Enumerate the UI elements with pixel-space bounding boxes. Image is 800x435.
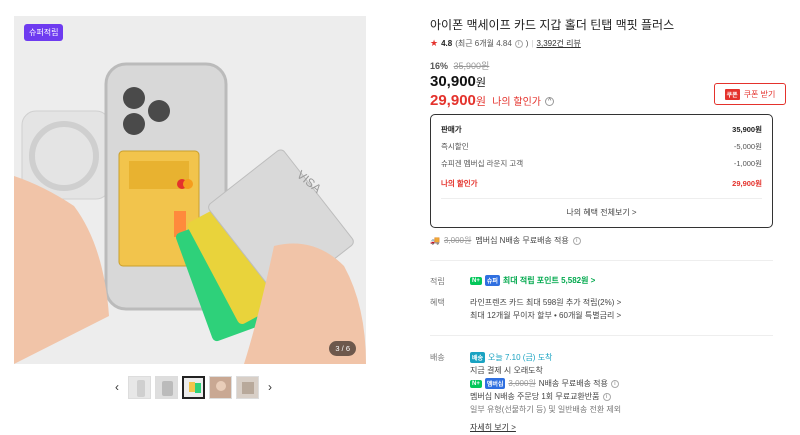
product-title: 아이폰 맥세이프 카드 지갑 홀더 틴탭 맥핏 플러스 [430,18,675,32]
price-breakdown-box: 판매가 35,900원 즉시할인 -5,000원 슈피겐 멤버십 라운지 고객 … [430,114,773,228]
delivery-date-row: 배송 오늘 7.10 (금) 도착 [470,352,552,363]
npay-tag: N+ [470,276,482,285]
benefits-label: 혜택 [430,298,445,307]
discount-rate: 16% [430,61,449,71]
thumbnail-2[interactable] [155,375,178,399]
max-points-link[interactable]: 최대 적립 포인트 5,582원 > [503,275,595,286]
thumbnail-1[interactable] [128,375,151,399]
delivery-label: 배송 [430,353,445,362]
review-count-link[interactable]: 3,392건 리뷰 [537,38,581,49]
rating-recent: (최근 6개월 4.84 [455,39,512,48]
star-icon: ★ [430,38,439,48]
my-discount-price[interactable]: 29,900원 나의 할인가 ^ [430,92,555,109]
divider [430,260,773,261]
points-row[interactable]: N+ 슈퍼 최대 적립 포인트 5,582원 > [470,275,595,286]
truck-icon: 🚚 [430,236,440,245]
coupon-label: 쿠폰 받기 [743,89,776,99]
delivery-line-4: 일부 유형(선물하기 등) 및 일반배송 전환 제외 [470,405,622,414]
image-counter: 3 / 6 [329,341,356,356]
coupon-button[interactable]: 쿠폰 쿠폰 받기 [714,83,786,105]
delivery-more-link[interactable]: 자세히 보기 > [470,422,516,433]
divider [441,198,762,199]
card-benefit-link[interactable]: 라인프렌즈 카드 최대 598원 추가 적립(2%) > [470,297,621,308]
product-photo: VISA [14,16,366,364]
divider [430,335,773,336]
sale-price: 30,900원 [430,73,487,90]
price-row-instant-discount: 즉시할인 -5,000원 [441,142,762,151]
installment-link[interactable]: 최대 12개월 무이자 할부 • 60개월 특별금리 > [470,310,621,321]
price-row-my-price: 나의 할인가 29,900원 [441,179,762,188]
chevron-right-icon[interactable]: › [263,380,277,394]
divider: | [531,39,534,48]
price-row-membership: 슈피겐 멤버십 라운지 고객 -1,000원 [441,159,762,168]
view-all-benefits-link[interactable]: 나의 혜택 전체보기 > [431,207,772,218]
info-icon[interactable]: i [610,379,619,388]
chevron-up-icon[interactable]: ^ [545,96,555,106]
rating-score: 4.8 [441,39,453,48]
shipping-summary: 🚚 3,000원 멤버십 N배송 무료배송 적용 i [430,235,581,246]
points-label: 적립 [430,277,445,286]
coupon-icon: 쿠폰 [724,88,740,100]
my-price-label: 나의 할인가 [492,97,541,108]
chevron-left-icon[interactable]: ‹ [110,380,124,394]
thumbnail-4[interactable] [209,375,232,399]
npay-tag: N+ [470,379,482,388]
info-icon[interactable]: i [514,39,523,48]
delivery-line-1: 지금 결제 시 오래도착 [470,366,543,375]
delivery-line-2: N+ 멤버십 3,000원 N배송 무료배송 적용 i [470,378,619,389]
thumbnail-5[interactable] [236,375,259,399]
info-icon[interactable]: i [572,236,581,245]
membership-tag: 멤버십 [484,378,506,389]
discount-row: 16% 35,900원 [430,59,489,72]
product-main-image[interactable]: VISA 슈퍼적립 3 / 6 [14,16,366,364]
price-row-sale: 판매가 35,900원 [441,125,762,134]
super-point-badge: 슈퍼적립 [24,24,64,41]
delivery-date: 오늘 7.10 (금) 도착 [488,353,553,362]
info-icon[interactable]: i [602,392,611,401]
thumbnail-3[interactable] [182,375,205,399]
rating-row: ★ 4.8 (최근 6개월 4.84 i) | 3,392건 리뷰 [430,38,581,49]
super-tag: 슈퍼 [484,275,500,286]
thumbnail-strip: ‹ › [110,374,277,400]
delivery-tag: 배송 [470,352,486,363]
original-price: 35,900원 [453,61,490,71]
delivery-line-3: 멤버십 N배송 주문당 1회 무료교환반품 i [470,391,611,402]
